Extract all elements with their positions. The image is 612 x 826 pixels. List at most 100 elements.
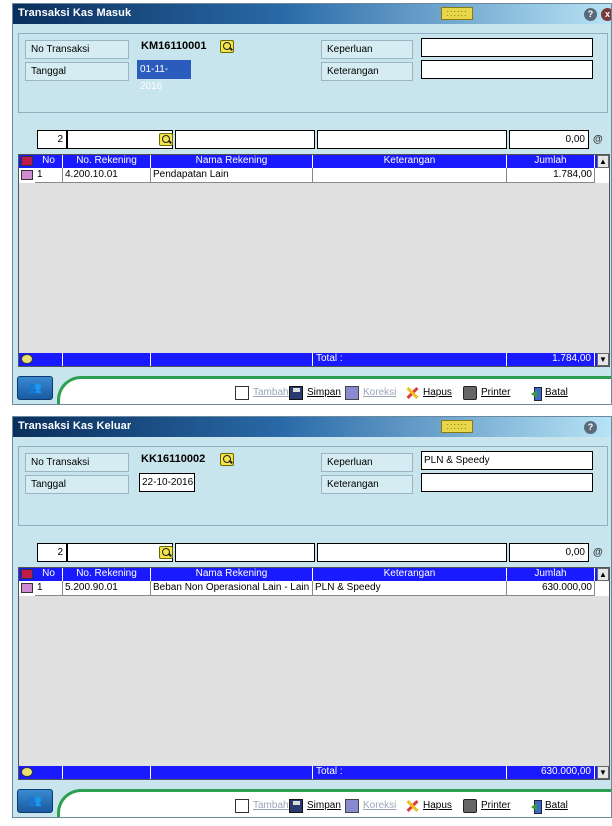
cell-nama: Beban Non Operasional Lain - Lain <box>151 581 313 596</box>
koreksi-button[interactable]: Koreksi <box>345 797 396 815</box>
keperluan-field[interactable]: PLN & Speedy <box>421 451 593 470</box>
batal-label: Batal <box>545 387 568 398</box>
no-transaksi-field[interactable]: KK16110002 <box>139 451 217 470</box>
lookup-icon[interactable] <box>159 546 173 559</box>
printer-button[interactable]: Printer <box>463 384 510 402</box>
scroll-up-icon[interactable]: ▲ <box>597 568 609 581</box>
delete-icon <box>405 386 419 400</box>
title-bar[interactable]: Transaksi Kas Keluar :::::: ? <box>13 417 611 437</box>
cell-nama: Pendapatan Lain <box>151 168 313 183</box>
form-panel: No Transaksi KM16110001 Tanggal 01-11-20… <box>18 33 608 113</box>
entry-keterangan-field[interactable] <box>317 130 507 149</box>
keterangan-field[interactable] <box>421 60 593 79</box>
window-title: Transaksi Kas Masuk <box>18 7 132 19</box>
at-button[interactable]: @ <box>593 134 603 145</box>
koreksi-label: Koreksi <box>363 387 397 398</box>
grip-handle[interactable]: :::::: <box>441 7 473 20</box>
keterangan-field[interactable] <box>421 473 593 492</box>
grid-footer: Total : 1.784,00 ▼ <box>19 353 609 366</box>
entry-keterangan-field[interactable] <box>317 543 507 562</box>
title-bar[interactable]: Transaksi Kas Masuk :::::: ? x <box>13 4 611 24</box>
total-value: 630.000,00 <box>507 766 595 779</box>
simpan-label: Simpan <box>307 800 341 811</box>
table-row[interactable]: 1 4.200.10.01 Pendapatan Lain 1.784,00 <box>19 168 609 183</box>
new-file-icon <box>235 386 249 400</box>
printer-label: Printer <box>481 387 511 398</box>
simpan-button[interactable]: Simpan <box>289 797 341 815</box>
close-button[interactable]: x <box>601 8 611 21</box>
row-marker-icon <box>21 583 33 593</box>
entry-rekening-field[interactable] <box>67 543 173 562</box>
col-jumlah: Jumlah <box>507 568 595 581</box>
hapus-label: Hapus <box>423 387 452 398</box>
entry-nama-field[interactable] <box>175 543 315 562</box>
table-row[interactable]: 1 5.200.90.01 Beban Non Operasional Lain… <box>19 581 609 596</box>
no-transaksi-label: No Transaksi <box>25 40 129 59</box>
foot-cell <box>35 766 63 779</box>
footer-marker-icon <box>21 354 33 364</box>
at-button[interactable]: @ <box>593 547 603 558</box>
cell-no: 1 <box>35 581 63 596</box>
edit-icon <box>345 799 359 813</box>
lookup-icon[interactable] <box>220 40 234 53</box>
no-transaksi-field[interactable]: KM16110001 <box>139 38 217 57</box>
cell-keterangan: PLN & Speedy <box>313 581 507 596</box>
scroll-down-icon[interactable]: ▼ <box>597 766 609 779</box>
window-kas-masuk: Transaksi Kas Masuk :::::: ? x No Transa… <box>12 3 612 405</box>
help-button[interactable]: ? <box>584 8 597 21</box>
tanggal-label: Tanggal <box>25 62 129 81</box>
koreksi-button[interactable]: Koreksi <box>345 384 396 402</box>
no-transaksi-label: No Transaksi <box>25 453 129 472</box>
users-icon[interactable]: 👥 <box>17 789 53 813</box>
printer-button[interactable]: Printer <box>463 797 510 815</box>
entry-amount-field[interactable]: 0,00 <box>509 130 589 149</box>
cell-no: 1 <box>35 168 63 183</box>
window-title: Transaksi Kas Keluar <box>18 420 132 432</box>
tanggal-field[interactable]: 22-10-2016 <box>139 473 195 492</box>
tanggal-field[interactable]: 01-11-2016 <box>137 60 191 92</box>
header-marker-icon <box>21 156 33 166</box>
total-label: Total : <box>313 766 507 779</box>
lookup-icon[interactable] <box>220 453 234 466</box>
hapus-button[interactable]: Hapus <box>405 384 452 402</box>
scroll-up-icon[interactable]: ▲ <box>597 155 609 168</box>
cell-jumlah: 1.784,00 <box>507 168 595 183</box>
foot-cell <box>35 353 63 366</box>
save-icon <box>289 799 303 813</box>
foot-cell <box>63 766 151 779</box>
grip-handle[interactable]: :::::: <box>441 420 473 433</box>
save-icon <box>289 386 303 400</box>
batal-button[interactable]: Batal <box>527 384 568 402</box>
cell-keterangan <box>313 168 507 183</box>
entry-nama-field[interactable] <box>175 130 315 149</box>
users-icon[interactable]: 👥 <box>17 376 53 400</box>
hapus-button[interactable]: Hapus <box>405 797 452 815</box>
printer-icon <box>463 799 477 813</box>
keperluan-field[interactable] <box>421 38 593 57</box>
entry-no-field[interactable]: 2 <box>37 130 67 149</box>
simpan-button[interactable]: Simpan <box>289 384 341 402</box>
keperluan-label: Keperluan <box>321 40 413 59</box>
window-kas-keluar: Transaksi Kas Keluar :::::: ? No Transak… <box>12 416 612 818</box>
batal-button[interactable]: Batal <box>527 797 568 815</box>
entry-rekening-field[interactable] <box>67 130 173 149</box>
col-nama: Nama Rekening <box>151 568 313 581</box>
batal-label: Batal <box>545 800 568 811</box>
delete-icon <box>405 799 419 813</box>
undo-icon <box>527 386 542 401</box>
lookup-icon[interactable] <box>159 133 173 146</box>
entry-amount-field[interactable]: 0,00 <box>509 543 589 562</box>
header-marker-icon <box>21 569 33 579</box>
col-keterangan: Keterangan <box>313 155 507 168</box>
col-nama: Nama Rekening <box>151 155 313 168</box>
koreksi-label: Koreksi <box>363 800 397 811</box>
scroll-down-icon[interactable]: ▼ <box>597 353 609 366</box>
col-keterangan: Keterangan <box>313 568 507 581</box>
new-file-icon <box>235 799 249 813</box>
col-rekening: No. Rekening <box>63 568 151 581</box>
tambah-button[interactable]: Tambah <box>235 797 289 815</box>
tambah-button[interactable]: Tambah <box>235 384 289 402</box>
entry-no-field[interactable]: 2 <box>37 543 67 562</box>
row-marker-icon <box>21 170 33 180</box>
help-button[interactable]: ? <box>584 421 597 434</box>
